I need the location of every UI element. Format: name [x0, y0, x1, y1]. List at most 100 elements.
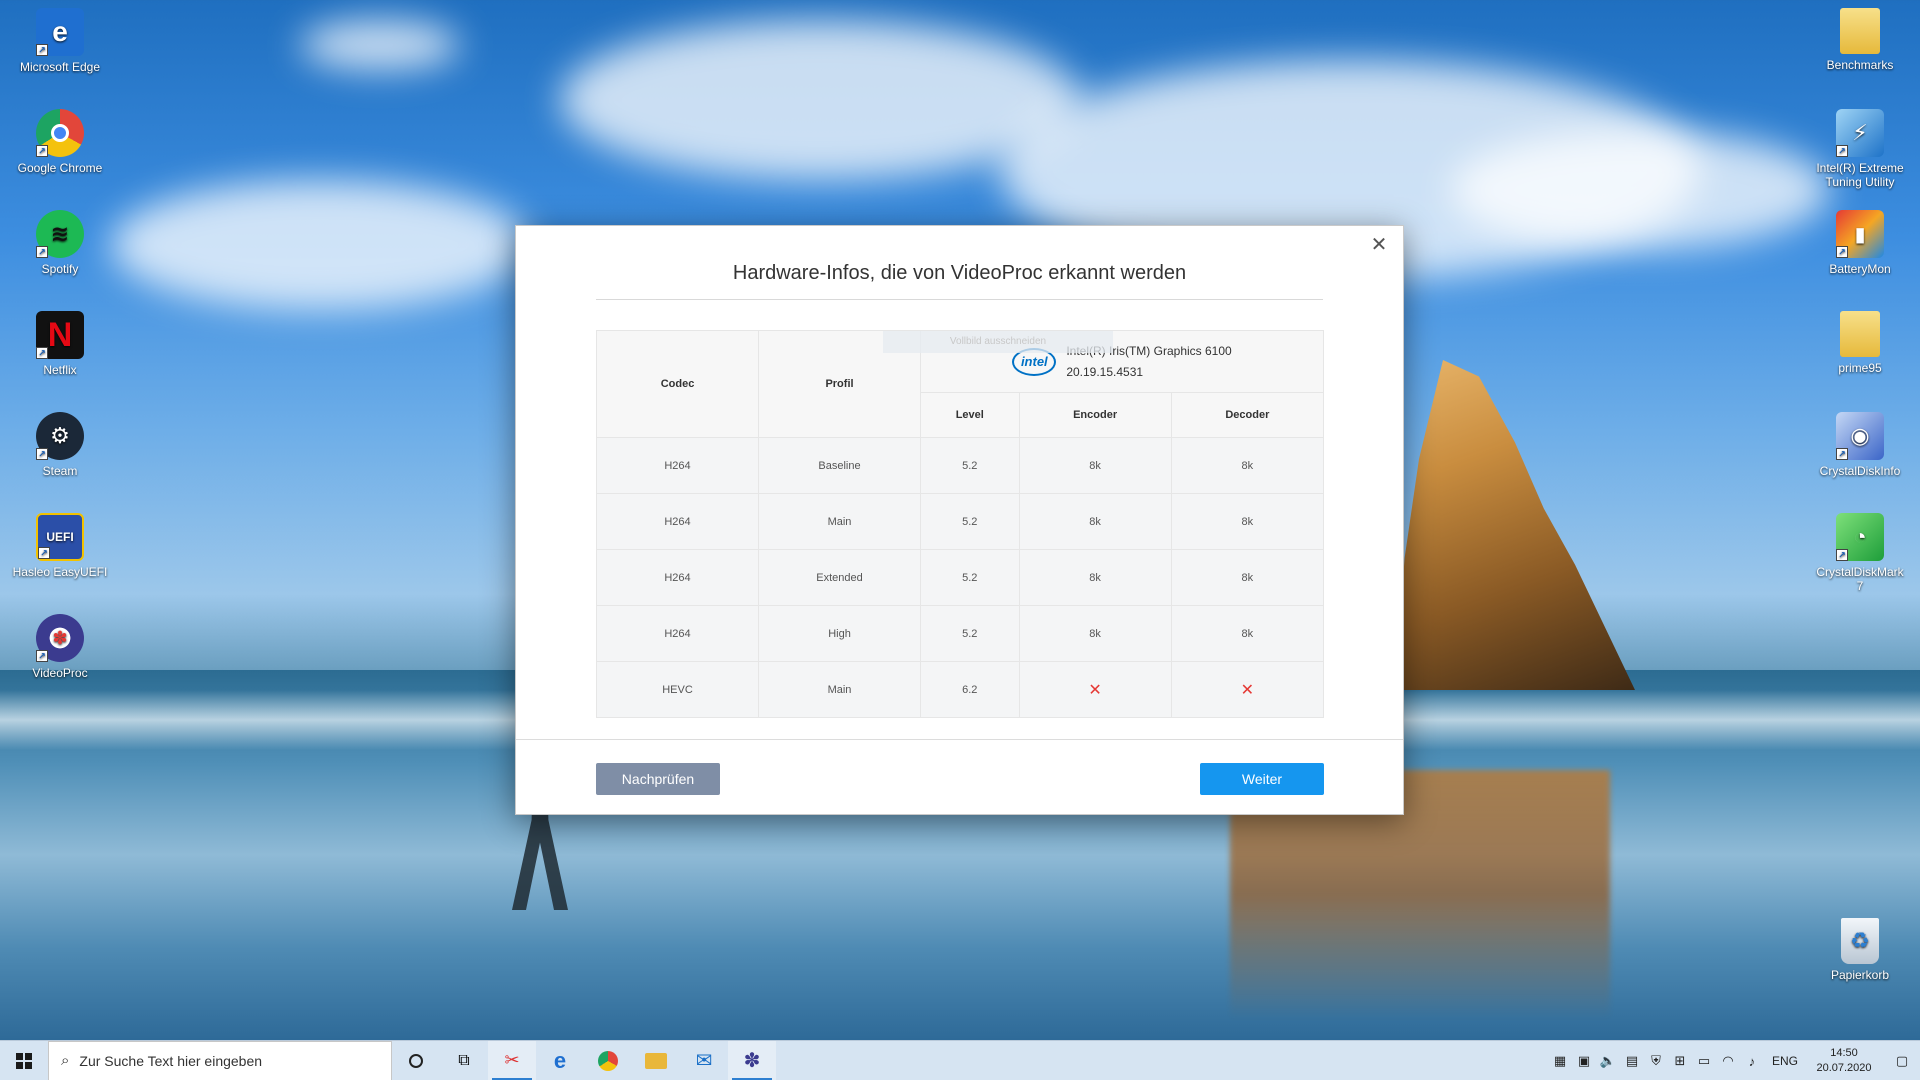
desktop-icon-easyuefi[interactable]: UEFI ↗ Hasleo EasyUEFI [12, 513, 108, 579]
search-placeholder: Zur Suche Text hier eingeben [79, 1052, 263, 1069]
cell-codec: H264 [596, 549, 759, 606]
close-icon[interactable]: ✕ [1367, 232, 1391, 256]
next-button[interactable]: Weiter [1200, 763, 1324, 795]
desktop-icon-steam[interactable]: ⚙ ↗ Steam [12, 412, 108, 478]
cell-profile: Extended [758, 549, 921, 606]
cell-level: 6.2 [920, 661, 1020, 718]
cell-decoder: 8k [1170, 549, 1325, 606]
table-row: HEVC Main 6.2 ✕ ✕ [596, 661, 1325, 718]
tray-network-icon[interactable]: ▤ [1624, 1053, 1640, 1069]
header-decoder: Decoder [1170, 392, 1325, 438]
cell-profile: Main [758, 661, 921, 718]
desktop-icon-netflix[interactable]: N ↗ Netflix [12, 311, 108, 377]
file-explorer-icon [645, 1052, 667, 1069]
tray-shield-icon[interactable]: ⛨ [1648, 1053, 1664, 1069]
rock-formation [1395, 360, 1635, 690]
cell-level: 5.2 [920, 493, 1020, 550]
shortcut-arrow-icon: ↗ [38, 547, 50, 559]
tray-speaker-icon[interactable]: 🔈 [1600, 1053, 1616, 1069]
clock[interactable]: 14:50 20.07.2020 [1810, 1046, 1878, 1076]
hardware-info-dialog: ✕ Hardware-Infos, die von VideoProc erka… [515, 225, 1404, 815]
desktop-icon-label: CrystalDiskInfo [1819, 464, 1901, 478]
header-level: Level [920, 392, 1020, 438]
desktop-icon-spotify[interactable]: ≋ ↗ Spotify [12, 210, 108, 276]
cell-encoder: 8k [1018, 549, 1172, 606]
chrome-icon [598, 1050, 618, 1071]
desktop-icon-label: Google Chrome [17, 161, 103, 175]
cell-decoder: 8k [1170, 437, 1325, 494]
task-view-button[interactable]: ⧉ [440, 1041, 488, 1080]
search-icon: ⌕ [61, 1052, 70, 1069]
unsupported-x-icon: ✕ [1018, 661, 1172, 718]
taskbar-search-box[interactable]: ⌕ Zur Suche Text hier eingeben [48, 1040, 392, 1080]
language-indicator[interactable]: ENG [1768, 1054, 1802, 1068]
desktop-icon-intel-xtu[interactable]: ⚡ ↗ Intel(R) Extreme Tuning Utility [1812, 109, 1908, 189]
cell-codec: H264 [596, 605, 759, 662]
notification-center-icon[interactable]: ▢ [1894, 1053, 1910, 1069]
ghost-tooltip: Vollbild ausschneiden [883, 331, 1113, 353]
edge-icon: e [553, 1047, 567, 1073]
shortcut-arrow-icon: ↗ [36, 44, 48, 56]
cell-decoder: 8k [1170, 605, 1325, 662]
videoproc-icon: ✽ ↗ [36, 614, 84, 662]
shortcut-arrow-icon: ↗ [36, 448, 48, 460]
table-row: H264 Extended 5.2 8k 8k [596, 549, 1325, 606]
cell-profile: High [758, 605, 921, 662]
desktop-icon-edge[interactable]: e ↗ Microsoft Edge [12, 8, 108, 74]
cortana-circle-icon [409, 1053, 423, 1068]
taskbar: ⌕ Zur Suche Text hier eingeben ⧉ ✂ e ✉ ✽… [0, 1040, 1920, 1080]
shortcut-arrow-icon: ↗ [36, 347, 48, 359]
desktop-icon-label: prime95 [1838, 361, 1882, 375]
taskbar-app-edge[interactable]: e [536, 1041, 584, 1080]
taskbar-app-explorer[interactable] [632, 1041, 680, 1080]
mail-icon: ✉ [695, 1050, 713, 1072]
taskbar-app-videoproc[interactable]: ✽ [728, 1040, 776, 1080]
cell-level: 5.2 [920, 605, 1020, 662]
crystaldiskmark-icon: ◔ ↗ [1836, 513, 1884, 561]
tray-monitor-icon[interactable]: ▣ [1576, 1053, 1592, 1069]
tray-app-icon[interactable]: ▦ [1552, 1053, 1568, 1069]
desktop-icon-prime95[interactable]: prime95 [1812, 311, 1908, 375]
spotify-icon: ≋ ↗ [36, 210, 84, 258]
battery-icon[interactable]: ▭ [1696, 1053, 1712, 1069]
tray-windows-icon[interactable]: ⊞ [1672, 1053, 1688, 1069]
cortana-button[interactable] [392, 1041, 440, 1080]
folder-icon [1840, 8, 1880, 54]
volume-icon[interactable]: ♪ [1744, 1053, 1760, 1069]
cell-decoder: 8k [1170, 493, 1325, 550]
batterymon-icon: ▮ ↗ [1836, 210, 1884, 258]
table-row: H264 Main 5.2 8k 8k [596, 493, 1325, 550]
desktop-icon-recycle-bin[interactable]: ♻ Papierkorb [1812, 918, 1908, 982]
desktop-icon-crystaldiskinfo[interactable]: ◉ ↗ CrystalDiskInfo [1812, 412, 1908, 478]
desktop-icon-label: CrystalDiskMark 7 [1816, 565, 1904, 593]
desktop-icon-label: VideoProc [32, 666, 88, 680]
unsupported-x-icon: ✕ [1170, 661, 1325, 718]
desktop-icon-chrome[interactable]: ↗ Google Chrome [12, 109, 108, 175]
cell-level: 5.2 [920, 549, 1020, 606]
header-codec: Codec [596, 330, 759, 438]
shortcut-arrow-icon: ↗ [36, 650, 48, 662]
cell-level: 5.2 [920, 437, 1020, 494]
desktop-icon-videoproc[interactable]: ✽ ↗ VideoProc [12, 614, 108, 680]
recycle-bin-icon: ♻ [1841, 918, 1879, 964]
cell-profile: Baseline [758, 437, 921, 494]
wifi-icon[interactable]: ◠ [1720, 1053, 1736, 1069]
shortcut-arrow-icon: ↗ [1836, 549, 1848, 561]
folder-icon [1840, 311, 1880, 357]
cell-codec: H264 [596, 437, 759, 494]
desktop-icon-benchmarks[interactable]: Benchmarks [1812, 8, 1908, 72]
hardware-capabilities-table: Codec Profil Vollbild ausschneiden intel… [596, 330, 1325, 718]
taskbar-app-chrome[interactable] [584, 1041, 632, 1080]
taskbar-app-mail[interactable]: ✉ [680, 1041, 728, 1080]
netflix-icon: N ↗ [36, 311, 84, 359]
desktop-icon-batterymon[interactable]: ▮ ↗ BatteryMon [1812, 210, 1908, 276]
recheck-button[interactable]: Nachprüfen [596, 763, 720, 795]
desktop-icon-crystaldiskmark[interactable]: ◔ ↗ CrystalDiskMark 7 [1812, 513, 1908, 593]
gpu-header: Vollbild ausschneiden intel Intel(R) Iri… [883, 330, 1324, 393]
dialog-title: Hardware-Infos, die von VideoProc erkann… [732, 262, 1187, 284]
start-button[interactable] [0, 1041, 48, 1080]
taskbar-app-snipping[interactable]: ✂ [488, 1040, 536, 1080]
desktop-icon-label: Netflix [43, 363, 77, 377]
cell-encoder: 8k [1018, 437, 1172, 494]
shortcut-arrow-icon: ↗ [1836, 448, 1848, 460]
